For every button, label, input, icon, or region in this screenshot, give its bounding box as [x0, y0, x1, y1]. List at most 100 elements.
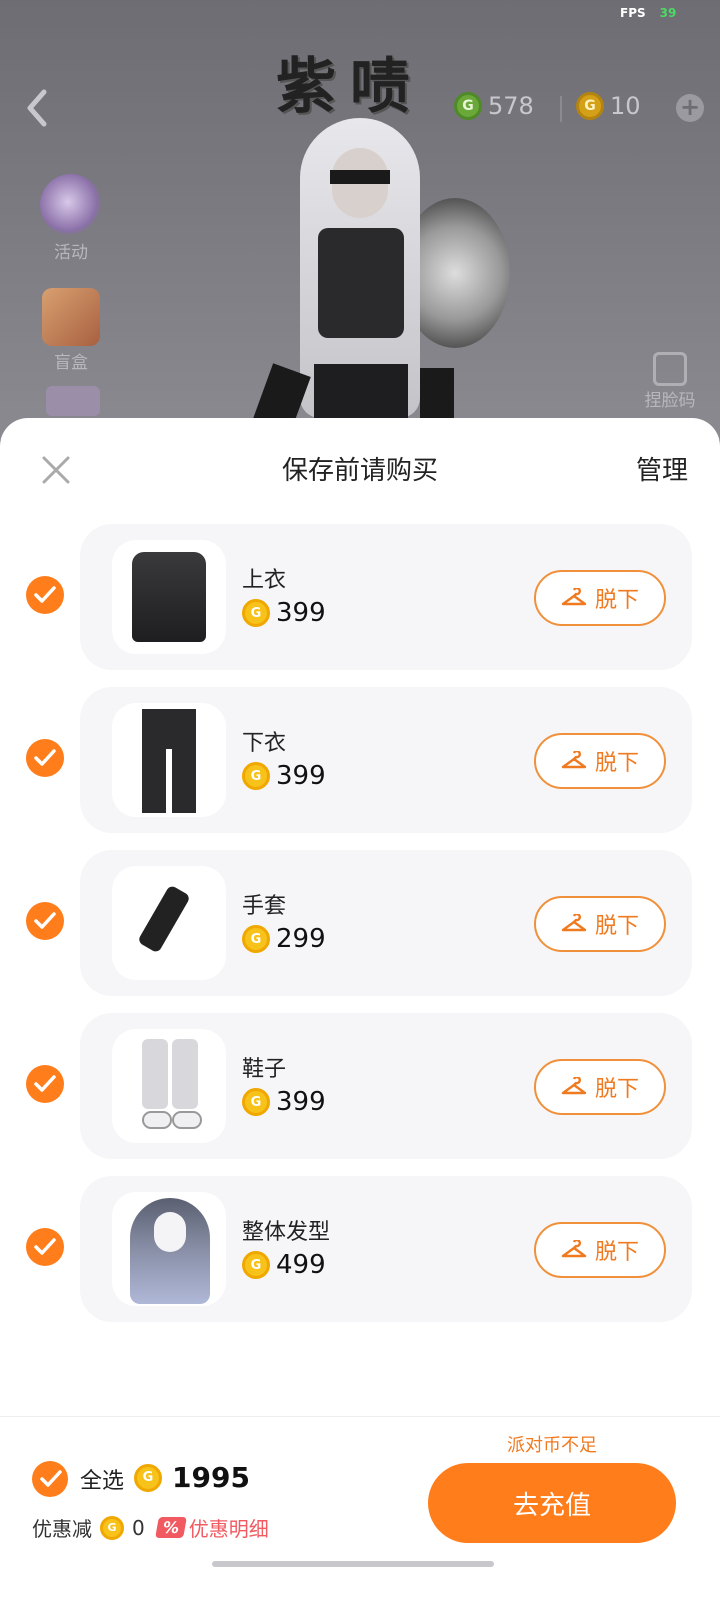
check-icon [34, 1238, 56, 1255]
item-name: 手套 [242, 894, 287, 919]
gold-coin-amount: 10 [610, 92, 641, 120]
avatar-character [249, 108, 510, 440]
item-checkbox[interactable] [26, 902, 64, 940]
glove-image [137, 884, 191, 954]
blindbox-entry[interactable]: 盲盒 [38, 288, 104, 373]
item-thumbnail-hair [112, 1192, 226, 1306]
item-checkbox[interactable] [26, 1228, 64, 1266]
fps-counter: FPS 39 [620, 6, 676, 20]
item-name: 上衣 [242, 568, 287, 593]
item-price-value: 399 [276, 598, 326, 628]
take-off-button[interactable]: 脱下 [534, 1222, 666, 1278]
item-name: 整体发型 [242, 1220, 331, 1245]
checkout-footer: 派对币不足 全选 G 1995 优惠减 G 0 % 优惠明细 去充值 [0, 1416, 720, 1600]
take-off-button[interactable]: 脱下 [534, 570, 666, 626]
item-price: G 499 [242, 1250, 326, 1280]
take-off-button[interactable]: 脱下 [534, 896, 666, 952]
check-icon [34, 749, 56, 766]
item-checkbox[interactable] [26, 1065, 64, 1103]
hairstyle-image [130, 1198, 210, 1304]
item-price-value: 399 [276, 1087, 326, 1117]
select-all-checkbox[interactable] [32, 1461, 68, 1497]
pinch-code-entry[interactable]: 捏脸码 [640, 352, 700, 411]
item-checkbox[interactable] [26, 576, 64, 614]
manage-button[interactable]: 管理 [636, 450, 688, 487]
item-thumbnail-pants [112, 703, 226, 817]
hanger-icon [561, 1077, 587, 1095]
check-icon [34, 586, 56, 603]
item-price: G 299 [242, 924, 326, 954]
check-icon [34, 912, 56, 929]
check-icon [40, 1470, 62, 1487]
list-item: 鞋子 G 399 脱下 [0, 1013, 720, 1176]
activity-entry[interactable]: 活动 [38, 174, 104, 263]
item-price-value: 299 [276, 924, 326, 954]
hanger-icon [561, 751, 587, 769]
total-price-value: 1995 [172, 1461, 250, 1494]
cargo-pants-image [142, 709, 196, 813]
item-name: 鞋子 [242, 1057, 287, 1082]
pinch-code-label: 捏脸码 [644, 391, 696, 411]
fps-value: 39 [659, 6, 677, 20]
discount-row: 优惠减 G 0 % 优惠明细 [32, 1513, 269, 1542]
discount-label: 优惠减 [32, 1517, 92, 1541]
item-checkbox[interactable] [26, 739, 64, 777]
item-price: G 399 [242, 598, 326, 628]
side-entry-icon[interactable] [46, 386, 100, 416]
home-indicator[interactable] [212, 1561, 494, 1567]
item-name: 下衣 [242, 731, 287, 756]
gold-coin-balance: G 10 [576, 92, 641, 120]
insufficient-notice: 派对币不足 [507, 1435, 597, 1456]
item-card[interactable]: 鞋子 G 399 脱下 [80, 1013, 692, 1159]
select-all-toggle[interactable]: 全选 [32, 1461, 124, 1497]
list-item: 下衣 G 399 脱下 [0, 687, 720, 850]
take-off-label: 脱下 [594, 588, 639, 613]
coin-icon: G [242, 925, 270, 953]
take-off-label: 脱下 [594, 1077, 639, 1102]
take-off-label: 脱下 [594, 751, 639, 776]
list-item: 上衣 G 399 脱下 [0, 524, 720, 687]
item-thumbnail-shoes [112, 1029, 226, 1143]
check-icon [34, 1075, 56, 1092]
gift-box-icon [42, 288, 100, 346]
recharge-button[interactable]: 去充值 [428, 1463, 676, 1543]
item-card[interactable]: 整体发型 G 499 脱下 [80, 1176, 692, 1322]
add-currency-button[interactable]: + [676, 94, 704, 122]
item-price-value: 499 [276, 1250, 326, 1280]
percent-badge-icon: % [154, 1517, 187, 1538]
fps-label: FPS [620, 6, 646, 20]
take-off-label: 脱下 [594, 914, 639, 939]
discount-detail-label: 优惠明细 [188, 1517, 269, 1541]
coin-icon: G [242, 1088, 270, 1116]
take-off-button[interactable]: 脱下 [534, 1059, 666, 1115]
coin-icon: G [242, 762, 270, 790]
coin-icon: G [242, 599, 270, 627]
game-scene: FPS 39 紫啧 G 578 G 10 + 活动 盲盒 捏脸码 [0, 0, 720, 440]
hanger-icon [561, 588, 587, 606]
back-button[interactable] [22, 88, 52, 128]
select-all-label: 全选 [80, 1469, 125, 1494]
item-price: G 399 [242, 1087, 326, 1117]
back-arrow-icon [27, 89, 47, 127]
item-price-value: 399 [276, 761, 326, 791]
item-thumbnail-gloves [112, 866, 226, 980]
hanger-icon [561, 1240, 587, 1258]
currency-divider [560, 96, 562, 122]
total-price: G 1995 [134, 1461, 250, 1494]
discount-detail-link[interactable]: % 优惠明细 [154, 1513, 269, 1542]
avatar-top [318, 228, 404, 338]
gold-coin-icon: G [576, 92, 604, 120]
star-badge-icon [40, 174, 102, 236]
item-card[interactable]: 下衣 G 399 脱下 [80, 687, 692, 833]
coin-icon: G [100, 1515, 124, 1540]
crop-top-image [114, 552, 224, 648]
activity-label: 活动 [54, 243, 88, 263]
blindbox-label: 盲盒 [54, 353, 88, 373]
sheet-title: 保存前请购买 [281, 456, 438, 486]
avatar-blindfold [330, 170, 390, 184]
take-off-button[interactable]: 脱下 [534, 733, 666, 789]
item-card[interactable]: 手套 G 299 脱下 [80, 850, 692, 996]
coin-icon: G [242, 1251, 270, 1279]
coin-icon: G [134, 1463, 162, 1492]
item-card[interactable]: 上衣 G 399 脱下 [80, 524, 692, 670]
